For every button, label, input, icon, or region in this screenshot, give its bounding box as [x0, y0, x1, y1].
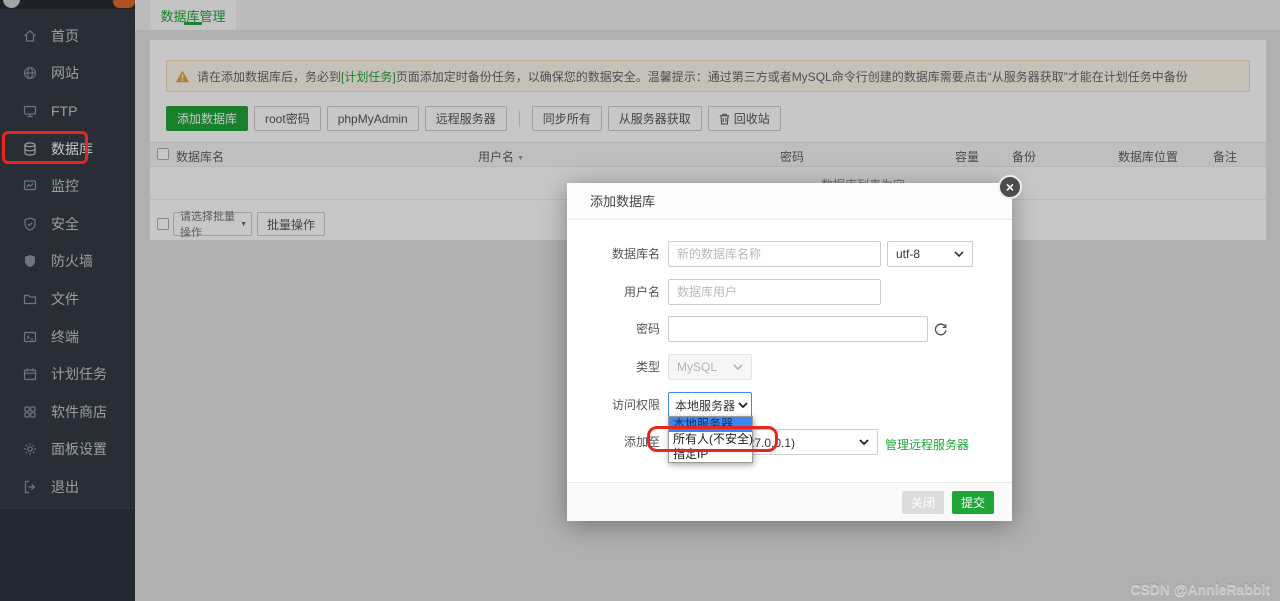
- field-label-dbname: 数据库名: [567, 241, 660, 267]
- close-icon: ×: [1006, 180, 1014, 194]
- field-label-password: 密码: [567, 316, 660, 342]
- modal-close-x-button[interactable]: ×: [998, 175, 1022, 199]
- dbtype-value: MySQL: [677, 360, 717, 374]
- chevron-down-icon: [733, 364, 743, 370]
- dropdown-option-local[interactable]: 本地服务器: [669, 417, 752, 432]
- chevron-down-icon: [954, 251, 964, 257]
- modal-title: 添加数据库: [567, 183, 1012, 220]
- dbtype-select: MySQL: [668, 354, 752, 380]
- dbname-input[interactable]: [668, 241, 881, 267]
- charset-select[interactable]: utf-8: [887, 241, 973, 267]
- username-input[interactable]: [668, 279, 881, 305]
- access-select[interactable]: 本地服务器: [668, 392, 752, 418]
- charset-value: utf-8: [896, 247, 920, 261]
- field-label-access: 访问权限: [567, 392, 660, 418]
- password-input[interactable]: [668, 316, 928, 342]
- field-label-type: 类型: [567, 354, 660, 380]
- chevron-down-icon: [859, 439, 869, 445]
- field-label-username: 用户名: [567, 279, 660, 305]
- modal-close-button[interactable]: 关闭: [902, 491, 944, 514]
- access-value: 本地服务器: [675, 397, 735, 414]
- screen: ▪▪▪▪▪▪▪ 首页 网站 FTP 数据库 监控: [0, 0, 1280, 601]
- add-database-modal: 添加数据库 数据库名 utf-8 用户名 密码 类型 MySQL 访问权限 本地…: [567, 183, 1012, 521]
- dropdown-option-everyone[interactable]: 所有人(不安全): [669, 432, 752, 447]
- watermark: CSDN @AnnieRabbit: [1130, 581, 1270, 597]
- field-label-target: 添加至: [567, 429, 660, 455]
- chevron-down-icon: [738, 402, 748, 408]
- manage-remote-server-link[interactable]: 管理远程服务器: [885, 436, 969, 453]
- modal-footer: 关闭 提交: [567, 482, 1012, 521]
- dropdown-option-specified-ip[interactable]: 指定IP: [669, 447, 752, 462]
- modal-submit-button[interactable]: 提交: [952, 491, 994, 514]
- access-dropdown-list: 本地服务器 所有人(不安全) 指定IP: [668, 416, 753, 463]
- regenerate-password-icon[interactable]: [933, 322, 948, 337]
